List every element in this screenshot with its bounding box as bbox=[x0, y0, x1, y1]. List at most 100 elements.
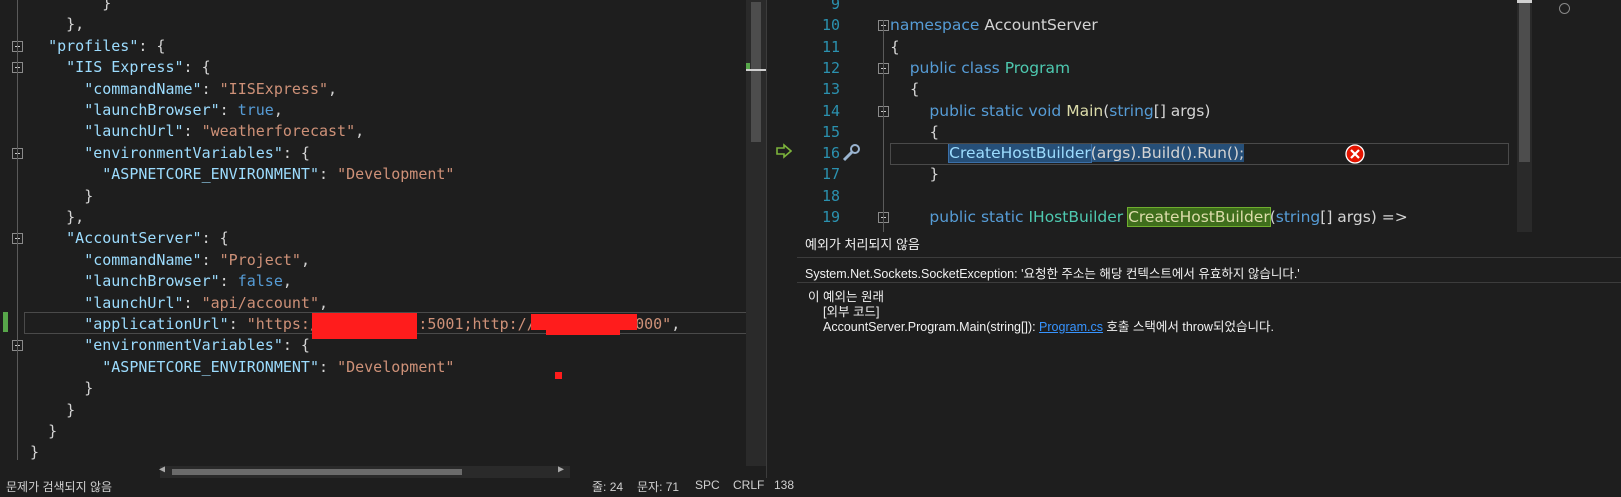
code-token: "launchUrl" bbox=[84, 293, 184, 312]
left-code-line[interactable]: "launchUrl": "api/account", bbox=[30, 292, 328, 314]
left-code-editor[interactable]: } }, "profiles": { "IIS Express": { "com… bbox=[0, 0, 770, 480]
code-token: { bbox=[890, 37, 900, 56]
right-code-line[interactable]: public static IHostBuilder CreateHostBui… bbox=[890, 206, 1408, 228]
right-code-editor[interactable]: 9 10 namespace AccountServer 11 {12 public c… bbox=[795, 0, 1570, 238]
code-token: : bbox=[319, 357, 338, 376]
right-code-line[interactable]: public static void Main(string[] args) bbox=[890, 100, 1210, 122]
code-token: : { bbox=[201, 229, 229, 248]
left-code-line[interactable]: "launchUrl": "weatherforecast", bbox=[30, 120, 364, 142]
left-code-line[interactable]: "commandName": "Project", bbox=[30, 249, 310, 271]
code-token: , bbox=[328, 79, 338, 98]
status-bar: 문제가 검색되지 않음 줄: 24 문자: 71 SPC CRLF 138 bbox=[0, 478, 797, 497]
frame-suffix: 호출 스택에서 throw되었습니다. bbox=[1102, 320, 1274, 334]
left-code-line[interactable]: "commandName": "IISExpress", bbox=[30, 78, 337, 100]
left-code-line[interactable]: }, bbox=[30, 13, 84, 35]
hscroll-right-arrow-icon[interactable]: ▶ bbox=[558, 464, 564, 475]
right-code-line[interactable]: namespace AccountServer bbox=[890, 14, 1098, 36]
right-code-line[interactable]: } bbox=[890, 163, 939, 185]
left-code-line[interactable]: } bbox=[30, 441, 39, 463]
left-code-line[interactable]: } bbox=[30, 399, 75, 421]
code-token: : bbox=[183, 293, 202, 312]
right-code-line[interactable]: { bbox=[890, 36, 900, 58]
left-code-line[interactable]: "IIS Express": { bbox=[30, 56, 211, 78]
line-number: 15 bbox=[821, 122, 840, 141]
line-indicator[interactable]: 줄: 24 bbox=[592, 478, 623, 495]
current-statement-box bbox=[890, 143, 1509, 165]
left-code-line[interactable]: } bbox=[30, 420, 57, 442]
right-code-line[interactable]: { bbox=[890, 121, 939, 143]
code-token: "api/account" bbox=[201, 293, 319, 312]
scroll-marker bbox=[746, 69, 766, 71]
code-token: , bbox=[355, 122, 365, 141]
right-vscroll-thumb[interactable] bbox=[1519, 2, 1530, 162]
line-number: 9 bbox=[830, 0, 840, 13]
left-code-line[interactable]: }, bbox=[30, 206, 84, 228]
code-token: : { bbox=[282, 336, 310, 355]
code-token: "AccountServer" bbox=[66, 229, 202, 248]
exception-divider-2 bbox=[797, 282, 1621, 283]
code-token: "environmentVariables" bbox=[84, 143, 283, 162]
left-vscroll-thumb[interactable] bbox=[751, 2, 761, 142]
code-token: "weatherforecast" bbox=[201, 122, 356, 141]
issues-status[interactable]: 문제가 검색되지 않음 bbox=[6, 478, 112, 495]
left-hscroll-thumb[interactable] bbox=[172, 469, 462, 475]
left-code-line[interactable]: } bbox=[30, 0, 111, 14]
left-code-line[interactable]: "environmentVariables": { bbox=[30, 142, 310, 164]
left-code-line[interactable]: } bbox=[30, 185, 93, 207]
left-code-line[interactable]: "environmentVariables": { bbox=[30, 334, 310, 356]
left-code-line[interactable]: } bbox=[30, 377, 93, 399]
right-code-line[interactable]: { bbox=[890, 78, 920, 100]
right-code-line[interactable]: public class Program bbox=[890, 57, 1070, 79]
frame-link[interactable]: Program.cs bbox=[1039, 320, 1103, 334]
line-number: 10 bbox=[821, 16, 840, 35]
code-token: "commandName" bbox=[84, 79, 202, 98]
code-token: } bbox=[84, 379, 94, 398]
code-token: } bbox=[30, 443, 40, 462]
code-token: "Project" bbox=[219, 250, 301, 269]
left-vscroll-track[interactable] bbox=[746, 0, 766, 466]
spc-indicator[interactable]: SPC bbox=[695, 478, 720, 492]
line-number: 14 bbox=[821, 101, 840, 120]
exception-helper-panel: 예외가 처리되지 않음 System.Net.Sockets.SocketExc… bbox=[797, 234, 1621, 480]
hscroll-left-arrow-icon[interactable]: ◀ bbox=[159, 464, 165, 475]
right-vscroll-track[interactable] bbox=[1517, 0, 1532, 232]
right-edge-button[interactable] bbox=[1559, 3, 1570, 14]
exception-message[interactable]: System.Net.Sockets.SocketException: '요청한… bbox=[805, 263, 1300, 282]
code-token: , bbox=[300, 250, 310, 269]
code-token: CreateHostBuilder bbox=[1127, 207, 1271, 227]
left-code-line[interactable]: "AccountServer": { bbox=[30, 227, 229, 249]
right-scroll-marker bbox=[1517, 0, 1532, 3]
code-token: } bbox=[84, 186, 94, 205]
right-status-num: 138 bbox=[774, 478, 795, 492]
code-token: } bbox=[66, 400, 76, 419]
redaction-3 bbox=[546, 326, 620, 335]
code-token: public static bbox=[890, 208, 1029, 226]
col-indicator[interactable]: 문자: 71 bbox=[637, 478, 679, 495]
left-code-line[interactable]: "ASPNETCORE_ENVIRONMENT": "Development" bbox=[30, 163, 454, 185]
left-code-line[interactable]: "launchBrowser": true, bbox=[30, 99, 283, 121]
left-code-line[interactable]: "ASPNETCORE_ENVIRONMENT": "Development" bbox=[30, 356, 454, 378]
code-token: : { bbox=[138, 36, 166, 55]
code-token: : bbox=[183, 122, 202, 141]
code-token: string bbox=[1109, 101, 1154, 120]
crlf-indicator[interactable]: CRLF bbox=[733, 478, 764, 492]
left-hscroll-track[interactable] bbox=[160, 466, 570, 478]
wrench-icon bbox=[841, 143, 861, 163]
code-token: : { bbox=[183, 58, 211, 77]
change-marker bbox=[3, 312, 8, 332]
code-token: string bbox=[1275, 208, 1321, 226]
code-token: Main bbox=[1066, 101, 1104, 120]
left-code-line[interactable]: "profiles": { bbox=[30, 35, 165, 57]
left-code-line[interactable]: "launchBrowser": false, bbox=[30, 270, 292, 292]
code-token: { bbox=[890, 122, 940, 141]
